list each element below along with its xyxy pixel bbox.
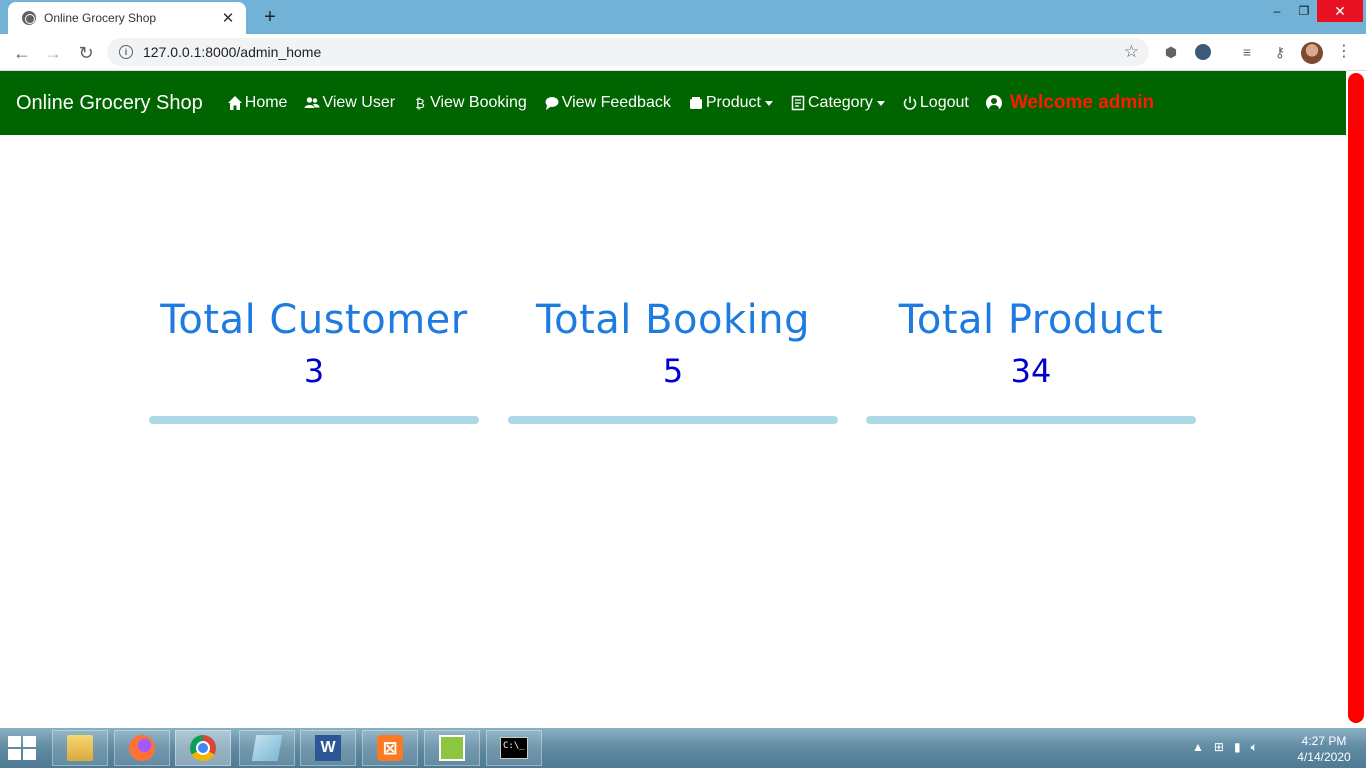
taskbar-chrome[interactable]: [175, 730, 231, 766]
scrollbar-thumb[interactable]: [1348, 73, 1364, 723]
stat-value: 5: [662, 352, 684, 390]
window-close-button[interactable]: ✕: [1317, 0, 1363, 22]
nav-view-user[interactable]: View User: [304, 94, 395, 112]
taskbar-notepad-plus[interactable]: [424, 730, 480, 766]
media-queue-icon[interactable]: ≡: [1237, 42, 1257, 62]
extension-cube-icon[interactable]: ⬢: [1161, 42, 1181, 62]
nav-label: View Booking: [430, 94, 527, 111]
key-icon[interactable]: ⚷: [1270, 42, 1290, 62]
stat-title: Total Product: [898, 297, 1164, 343]
network-icon[interactable]: ⊞: [1214, 740, 1224, 755]
page-viewport: Online Grocery Shop Home View User ₿ Vie…: [0, 71, 1366, 728]
url-text[interactable]: 127.0.0.1:8000/admin_home: [143, 44, 1124, 60]
user-circle-icon: [985, 95, 1002, 111]
globe-icon: [22, 11, 36, 25]
power-icon: [902, 95, 918, 111]
bitcoin-icon: ₿: [415, 95, 425, 111]
system-tray: ▲ ⊞ ▮ 🔈︎: [1192, 740, 1258, 755]
word-icon: W: [315, 735, 341, 761]
windows-taskbar: W ⊠ C:\_ ▲ ⊞ ▮ 🔈︎ 4:27 PM 4/14/2020: [0, 728, 1366, 768]
stat-value: 3: [303, 352, 325, 390]
nav-label: Logout: [919, 94, 969, 111]
page-scrollbar[interactable]: [1346, 71, 1366, 728]
battery-icon[interactable]: ▮: [1234, 740, 1241, 755]
stat-card-total-booking: Total Booking 5: [508, 296, 838, 424]
site-navbar: Online Grocery Shop Home View User ₿ Vie…: [0, 71, 1346, 135]
nav-view-feedback[interactable]: View Feedback: [544, 94, 671, 112]
box-icon: [688, 95, 704, 111]
nav-product-dropdown[interactable]: Product: [688, 94, 773, 112]
xampp-icon: ⊠: [377, 735, 403, 761]
firefox-icon: [129, 735, 155, 761]
stat-divider-bar: [866, 416, 1196, 424]
window-minimize-button[interactable]: –: [1262, 0, 1292, 22]
stat-card-total-product: Total Product 34: [866, 296, 1196, 424]
new-tab-button[interactable]: +: [258, 5, 282, 29]
nav-label: Product: [705, 94, 761, 111]
notepad-icon: [439, 735, 465, 761]
terminal-icon: C:\_: [500, 737, 528, 759]
welcome-text: Welcome admin: [1009, 92, 1155, 113]
address-bar[interactable]: i 127.0.0.1:8000/admin_home ☆: [107, 38, 1149, 66]
browser-menu-icon[interactable]: ⋮: [1336, 42, 1352, 64]
home-icon: [227, 95, 243, 111]
nav-view-booking[interactable]: ₿ View Booking: [412, 94, 527, 112]
folder-icon: [67, 735, 93, 761]
tab-title: Online Grocery Shop: [44, 11, 157, 25]
chevron-up-icon[interactable]: ▲: [1192, 740, 1204, 755]
extension-cursor-icon[interactable]: [1193, 42, 1213, 62]
stat-divider-bar: [149, 416, 479, 424]
taskbar-word[interactable]: W: [300, 730, 356, 766]
stat-value: 34: [1010, 352, 1052, 390]
tab-close-button[interactable]: ✕: [220, 9, 236, 27]
browser-titlebar: Online Grocery Shop ✕ + – ❐ ✕: [0, 0, 1366, 34]
nav-category-dropdown[interactable]: Category: [790, 94, 885, 112]
back-arrow-icon[interactable]: ←: [9, 40, 35, 66]
forward-arrow-icon[interactable]: →: [40, 40, 66, 66]
taskbar-command-prompt[interactable]: C:\_: [486, 730, 542, 766]
window-maximize-button[interactable]: ❐: [1289, 0, 1319, 22]
volume-icon[interactable]: 🔈︎: [1251, 740, 1258, 755]
chevron-down-icon: [764, 100, 773, 106]
taskbar-clock[interactable]: 4:27 PM 4/14/2020: [1290, 733, 1358, 765]
bookmark-star-icon[interactable]: ☆: [1124, 42, 1139, 62]
stat-card-total-customer: Total Customer 3: [149, 296, 479, 424]
nav-label: View Feedback: [561, 94, 671, 111]
welcome-message: Welcome admin: [985, 92, 1155, 114]
browser-toolbar: ← → ↻ i 127.0.0.1:8000/admin_home ☆ ⬢ ≡ …: [0, 34, 1366, 71]
nav-label: Home: [244, 94, 288, 111]
chevron-down-icon: [876, 100, 885, 106]
chat-icon: [544, 95, 560, 111]
profile-avatar[interactable]: [1301, 42, 1323, 64]
nav-label: Category: [807, 94, 873, 111]
clock-time: 4:27 PM: [1301, 734, 1347, 748]
windows-start-icon[interactable]: [8, 736, 38, 762]
clock-date: 4/14/2020: [1297, 750, 1351, 764]
sticky-notes-icon: [251, 735, 283, 761]
taskbar-sticky-notes[interactable]: [239, 730, 295, 766]
nav-logout[interactable]: Logout: [902, 94, 969, 112]
nav-home[interactable]: Home: [227, 94, 288, 112]
taskbar-xampp[interactable]: ⊠: [362, 730, 418, 766]
taskbar-firefox[interactable]: [114, 730, 170, 766]
navbar-brand[interactable]: Online Grocery Shop: [16, 92, 203, 115]
reload-icon[interactable]: ↻: [73, 40, 99, 66]
taskbar-file-explorer[interactable]: [52, 730, 108, 766]
browser-tab[interactable]: Online Grocery Shop ✕: [8, 2, 246, 34]
info-icon[interactable]: i: [119, 45, 133, 59]
stat-title: Total Booking: [535, 297, 811, 343]
users-icon: [304, 95, 320, 111]
stat-divider-bar: [508, 416, 838, 424]
nav-label: View User: [322, 94, 396, 111]
stat-title: Total Customer: [160, 297, 468, 343]
chrome-icon: [190, 735, 216, 761]
document-icon: [790, 95, 806, 111]
